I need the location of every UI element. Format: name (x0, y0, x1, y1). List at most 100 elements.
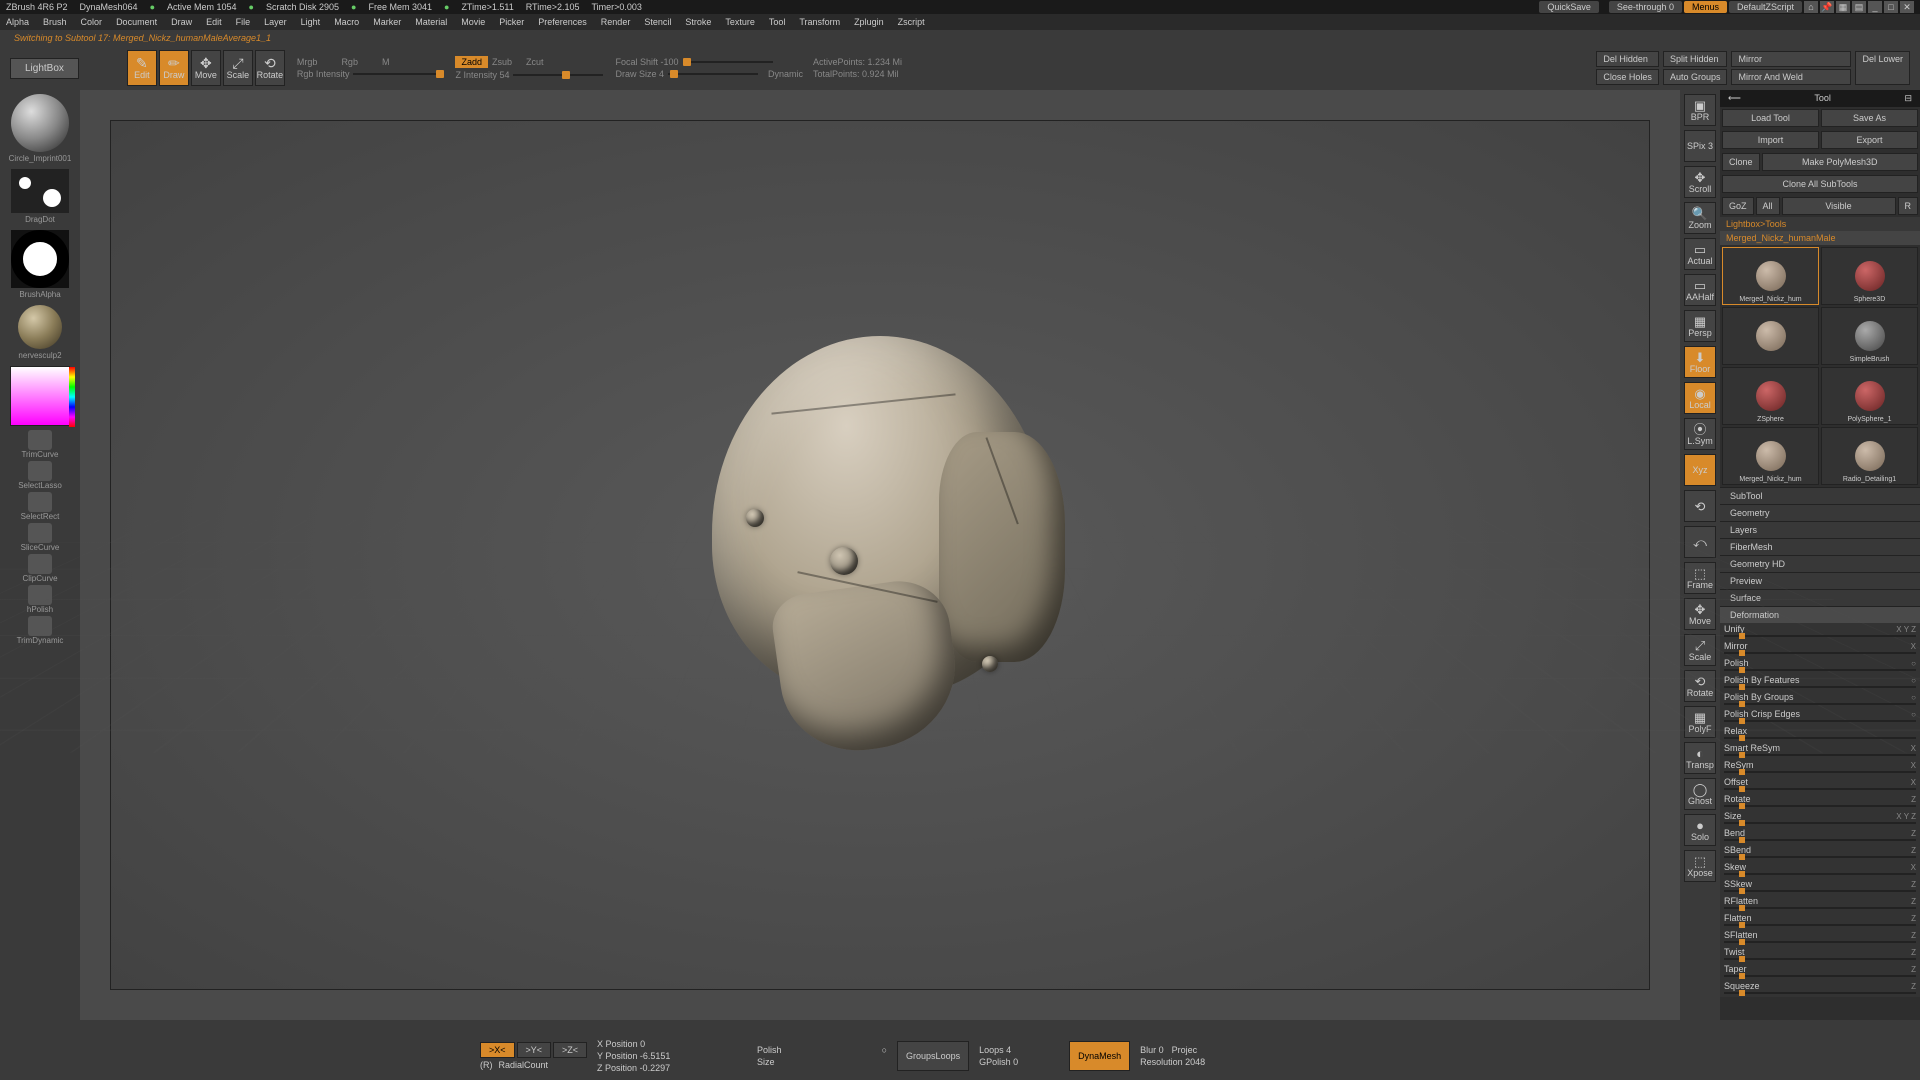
menu-preferences[interactable]: Preferences (538, 17, 587, 27)
nav-lsym-icon[interactable]: ⦿L.Sym (1684, 418, 1716, 450)
y-position[interactable]: Y Position -6.5151 (597, 1051, 747, 1061)
menu-stencil[interactable]: Stencil (644, 17, 671, 27)
auto-groups-button[interactable]: Auto Groups (1663, 69, 1728, 85)
menu-zscript[interactable]: Zscript (898, 17, 925, 27)
load-tool-button[interactable]: Load Tool (1722, 109, 1819, 127)
deform-unify[interactable]: UnifyX Y Z (1720, 623, 1920, 637)
nav--icon[interactable]: ⟲ (1684, 490, 1716, 522)
section-subtool[interactable]: SubTool (1720, 487, 1920, 504)
import-button[interactable]: Import (1722, 131, 1819, 149)
close-panel-icon[interactable]: ⟵ (1728, 93, 1741, 104)
menu-picker[interactable]: Picker (499, 17, 524, 27)
deformation-header[interactable]: Deformation (1720, 606, 1920, 623)
deform-mirror[interactable]: MirrorX (1720, 640, 1920, 654)
nav-rotate-icon[interactable]: ⟲Rotate (1684, 670, 1716, 702)
deform-sskew[interactable]: SSkewZ (1720, 878, 1920, 892)
zadd-toggle[interactable]: Zadd (455, 56, 488, 68)
deform-polish-by-groups[interactable]: Polish By Groups○ (1720, 691, 1920, 705)
nav-xyz-icon[interactable]: Xyz (1684, 454, 1716, 486)
nav-transp-icon[interactable]: ◐Transp (1684, 742, 1716, 774)
section-surface[interactable]: Surface (1720, 589, 1920, 606)
menu-transform[interactable]: Transform (799, 17, 840, 27)
deform-sflatten[interactable]: SFlattenZ (1720, 929, 1920, 943)
nav-move-icon[interactable]: ✥Move (1684, 598, 1716, 630)
resolution-label[interactable]: Resolution 2048 (1140, 1057, 1290, 1067)
material2-preview[interactable] (18, 305, 62, 349)
tool-thumb[interactable]: ZSphere (1722, 367, 1819, 425)
nav-scroll-icon[interactable]: ✥Scroll (1684, 166, 1716, 198)
deform-bend[interactable]: BendZ (1720, 827, 1920, 841)
section-geometry[interactable]: Geometry (1720, 504, 1920, 521)
collapse-panel-icon[interactable]: ⊟ (1904, 93, 1912, 104)
layout-icon[interactable]: ▦ (1836, 1, 1850, 13)
deform-rflatten[interactable]: RFlattenZ (1720, 895, 1920, 909)
rgb-intensity-slider[interactable] (353, 73, 443, 75)
menu-light[interactable]: Light (301, 17, 321, 27)
tool-thumb[interactable]: PolySphere_1 (1821, 367, 1918, 425)
mirror-button[interactable]: Mirror (1731, 51, 1851, 67)
tool-thumb[interactable]: Merged_Nickz_hum (1722, 427, 1819, 485)
groupsloops-button[interactable]: GroupsLoops (897, 1041, 969, 1071)
deform-flatten[interactable]: FlattenZ (1720, 912, 1920, 926)
viewport[interactable] (80, 90, 1680, 1020)
projec-label[interactable]: Projec (1172, 1045, 1198, 1055)
alpha-preview[interactable] (11, 230, 69, 288)
deform-squeeze[interactable]: SqueezeZ (1720, 980, 1920, 994)
deform-resym[interactable]: ReSymX (1720, 759, 1920, 773)
rotate-mode-button[interactable]: ⟲Rotate (255, 50, 285, 86)
menu-stroke[interactable]: Stroke (685, 17, 711, 27)
nav-frame-icon[interactable]: ⬚Frame (1684, 562, 1716, 594)
home-icon[interactable]: ⌂ (1804, 1, 1818, 13)
brush-selectrect[interactable]: SelectRect (10, 492, 70, 521)
tool-thumb[interactable]: Sphere3D (1821, 247, 1918, 305)
menu-layer[interactable]: Layer (264, 17, 287, 27)
menu-tool[interactable]: Tool (769, 17, 786, 27)
tool-thumb[interactable] (1722, 307, 1819, 365)
deform-skew[interactable]: SkewX (1720, 861, 1920, 875)
nav-floor-icon[interactable]: ⬇Floor (1684, 346, 1716, 378)
size-label[interactable]: Size (757, 1057, 887, 1067)
deform-polish[interactable]: Polish○ (1720, 657, 1920, 671)
x-position[interactable]: X Position 0 (597, 1039, 747, 1049)
m-toggle[interactable]: M (382, 57, 390, 67)
brush-trimcurve[interactable]: TrimCurve (10, 430, 70, 459)
deform-twist[interactable]: TwistZ (1720, 946, 1920, 960)
seethrough-slider[interactable]: See-through 0 (1609, 1, 1682, 13)
deform-smart-resym[interactable]: Smart ReSymX (1720, 742, 1920, 756)
draw-mode-button[interactable]: ✏Draw (159, 50, 189, 86)
nav-persp-icon[interactable]: ▦Persp (1684, 310, 1716, 342)
tool-thumb[interactable]: SimpleBrush (1821, 307, 1918, 365)
menu-texture[interactable]: Texture (725, 17, 755, 27)
menu-movie[interactable]: Movie (461, 17, 485, 27)
del-hidden-button[interactable]: Del Hidden (1596, 51, 1659, 67)
section-geometry-hd[interactable]: Geometry HD (1720, 555, 1920, 572)
zcut-toggle[interactable]: Zcut (526, 57, 544, 67)
menu-alpha[interactable]: Alpha (6, 17, 29, 27)
nav--icon[interactable]: ⤺ (1684, 526, 1716, 558)
menu-file[interactable]: File (236, 17, 251, 27)
menu-material[interactable]: Material (415, 17, 447, 27)
nav-bpr-icon[interactable]: ▣BPR (1684, 94, 1716, 126)
mrgb-toggle[interactable]: Mrgb (297, 57, 318, 67)
dynamesh-button[interactable]: DynaMesh (1069, 1041, 1130, 1071)
menu-render[interactable]: Render (601, 17, 631, 27)
y-axis-toggle[interactable]: >Y< (517, 1042, 552, 1058)
clone-button[interactable]: Clone (1722, 153, 1760, 171)
close-icon[interactable]: ✕ (1900, 1, 1914, 13)
deform-polish-by-features[interactable]: Polish By Features○ (1720, 674, 1920, 688)
make-polymesh-button[interactable]: Make PolyMesh3D (1762, 153, 1918, 171)
export-button[interactable]: Export (1821, 131, 1918, 149)
menu-draw[interactable]: Draw (171, 17, 192, 27)
deform-polish-crisp-edges[interactable]: Polish Crisp Edges○ (1720, 708, 1920, 722)
nav-local-icon[interactable]: ◉Local (1684, 382, 1716, 414)
pin-icon[interactable]: 📌 (1820, 1, 1834, 13)
deform-size[interactable]: SizeX Y Z (1720, 810, 1920, 824)
blur-label[interactable]: Blur 0 (1140, 1045, 1164, 1055)
goz-visible-button[interactable]: Visible (1782, 197, 1896, 215)
maximize-icon[interactable]: □ (1884, 1, 1898, 13)
close-holes-button[interactable]: Close Holes (1596, 69, 1659, 85)
move-mode-button[interactable]: ✥Move (191, 50, 221, 86)
lightbox-button[interactable]: LightBox (10, 58, 79, 79)
radial-count-label[interactable]: RadialCount (499, 1060, 549, 1070)
goz-r-button[interactable]: R (1898, 197, 1919, 215)
